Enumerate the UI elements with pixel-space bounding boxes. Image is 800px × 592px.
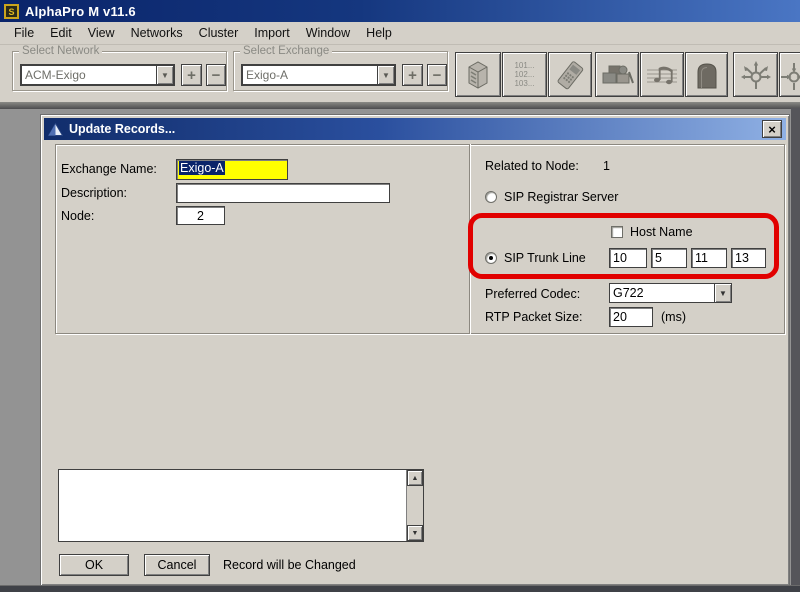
exchange-cabinet-button[interactable] [455,52,501,97]
update-records-dialog: Update Records... × Exchange Name: Exigo… [40,114,790,586]
sip-registrar-radio[interactable] [485,191,497,203]
toolbar: Select Network ACM-Exigo ▼ + − Select Ex… [0,45,800,102]
exchange-select-value: Exigo-A [243,68,377,82]
workspace-bottom-edge [0,585,800,592]
preferred-codec-select[interactable]: G722 ▼ [609,283,732,303]
sip-trunk-radio[interactable] [485,252,497,264]
remove-exchange-button[interactable]: − [427,64,447,86]
audio-program-button[interactable] [640,52,684,97]
description-label: Description: [61,186,127,200]
related-to-node-label: Related to Node: [485,159,579,173]
app-logo-icon: S [4,4,19,19]
directory-numbers-button[interactable]: 101... 102... 103... [502,52,547,97]
dialog-title: Update Records... [69,122,175,136]
menu-help[interactable]: Help [358,24,400,42]
door-station-button[interactable] [685,52,728,97]
menu-view[interactable]: View [80,24,123,42]
menu-networks[interactable]: Networks [123,24,191,42]
audio-program-icon [645,61,679,89]
workspace-right-edge [791,108,800,592]
intercom-station-button[interactable] [548,52,592,97]
ip-octet-4-field[interactable] [731,248,766,268]
network-select[interactable]: ACM-Exigo ▼ [20,64,175,86]
host-name-label: Host Name [630,225,693,239]
related-to-node-value: 1 [603,159,610,173]
menubar: File Edit View Networks Cluster Import W… [0,22,800,45]
exchange-select[interactable]: Exigo-A ▼ [241,64,396,86]
station-group-button[interactable] [595,52,639,97]
dialog-titlebar[interactable]: Update Records... × [44,118,786,140]
exchange-name-selected-text: Exigo-A [179,161,225,175]
broadcast-out-icon [739,58,773,92]
remove-network-button[interactable]: − [206,64,226,86]
host-name-checkbox[interactable] [611,226,623,238]
preferred-codec-label: Preferred Codec: [485,287,580,301]
form-divider [469,144,471,334]
toolbar-separator [0,102,800,109]
ip-octet-2-field[interactable] [651,248,687,268]
menu-import[interactable]: Import [246,24,297,42]
network-select-value: ACM-Exigo [22,68,156,82]
menu-file[interactable]: File [6,24,42,42]
select-exchange-label: Select Exchange [240,45,332,57]
rtp-packet-size-field[interactable] [609,307,653,327]
scroll-up-icon[interactable]: ▲ [407,470,423,486]
app-title: AlphaPro M v11.6 [25,4,136,19]
rtp-unit-label: (ms) [661,310,686,324]
close-icon[interactable]: × [762,120,782,138]
exchange-name-field[interactable]: Exigo-A [176,159,288,180]
preferred-codec-value: G722 [610,286,714,300]
notes-textarea[interactable] [59,470,406,541]
menu-window[interactable]: Window [298,24,358,42]
app-titlebar: S AlphaPro M v11.6 [0,0,800,22]
add-network-button[interactable]: + [181,64,202,86]
broadcast-in-button[interactable] [779,52,800,97]
node-field[interactable] [176,206,225,225]
svg-text:S: S [8,7,14,17]
broadcast-out-button[interactable] [733,52,778,97]
broadcast-in-icon [779,58,800,92]
exchange-name-label: Exchange Name: [61,162,157,176]
station-group-icon [600,60,634,90]
sip-registrar-label: SIP Registrar Server [504,190,618,204]
menu-cluster[interactable]: Cluster [191,24,247,42]
ip-octet-1-field[interactable] [609,248,647,268]
cancel-button[interactable]: Cancel [144,554,210,576]
chevron-down-icon[interactable]: ▼ [156,66,173,84]
chevron-down-icon[interactable]: ▼ [714,284,731,302]
notes-box: ▲ ▼ [58,469,424,542]
add-exchange-button[interactable]: + [402,64,423,86]
rtp-packet-size-label: RTP Packet Size: [485,310,583,324]
description-field[interactable] [176,183,390,203]
status-message: Record will be Changed [223,558,356,572]
scroll-down-icon[interactable]: ▼ [407,525,423,541]
intercom-station-icon [554,59,586,91]
directory-numbers-icon: 101... 102... 103... [514,61,534,88]
notes-scrollbar[interactable]: ▲ ▼ [406,470,423,541]
node-label: Node: [61,209,94,223]
chevron-down-icon[interactable]: ▼ [377,66,394,84]
form-frame [55,144,785,334]
ip-octet-3-field[interactable] [691,248,727,268]
ok-button[interactable]: OK [59,554,129,576]
exchange-cabinet-icon [463,59,493,91]
sip-trunk-label: SIP Trunk Line [504,251,586,265]
dialog-triangle-icon [48,123,63,136]
door-station-icon [694,60,720,90]
select-network-label: Select Network [19,45,102,57]
menu-edit[interactable]: Edit [42,24,80,42]
